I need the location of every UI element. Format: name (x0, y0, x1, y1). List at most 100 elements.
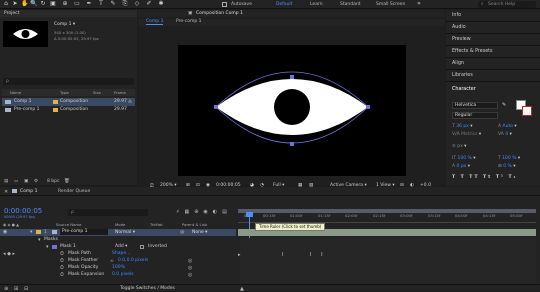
timeline-tab-comp-1[interactable]: Comp 1 (20, 189, 37, 194)
stopwatch-icon[interactable]: ⏱ (60, 251, 64, 258)
baseline-shift-field[interactable]: A 0 px ▾ (452, 163, 470, 170)
stopwatch-icon[interactable]: ⏱ (60, 258, 64, 265)
zoom-tool-icon[interactable]: 🔍 (30, 1, 37, 7)
property-row[interactable]: ⏱ Mask Feather ∞ 0.0,0.0 pixels ◎ (0, 258, 236, 265)
new-folder-icon[interactable]: ▭ (14, 178, 18, 185)
workspace-small-screen[interactable]: Small Screen (376, 2, 405, 7)
stroke-color-swatch[interactable] (522, 106, 532, 116)
project-item[interactable]: Comp 1 Composition 29.97 ⁂ (2, 98, 135, 106)
mask-mode-select[interactable]: Add ▾ (115, 244, 127, 250)
vertical-scale-field[interactable]: IT 100 % ▾ (452, 155, 476, 162)
mask-row[interactable]: ▾ Mask 1 Add ▾ Inverted (0, 244, 236, 251)
camera-tool-icon[interactable]: ▣ (50, 1, 56, 7)
parent-pickwhip-icon[interactable]: @ (180, 229, 185, 236)
rotate-tool-icon[interactable]: ↻ (40, 1, 46, 7)
layer-name[interactable]: Pre-comp 1 (60, 229, 108, 235)
workspace-standard[interactable]: Standard (340, 2, 360, 7)
toggle-expand-icon[interactable]: ⊞ (14, 286, 18, 292)
font-size-field[interactable]: T 36 px ▾ (452, 123, 473, 130)
panel-libraries[interactable]: Libraries (446, 70, 540, 82)
panel-align[interactable]: Align (446, 58, 540, 70)
expand-arrow-icon[interactable]: ▾ (46, 244, 49, 251)
pan-behind-tool-icon[interactable]: ⊕ (62, 1, 68, 7)
keyframe-icon[interactable]: I (282, 252, 286, 258)
search-help-input[interactable]: ⌕ Search Help (478, 1, 536, 8)
font-style-select[interactable]: Regular (452, 112, 498, 119)
kerning-field[interactable]: V/A Metrics ▾ (452, 131, 481, 138)
zoom-out-icon[interactable]: ▲ (240, 286, 244, 292)
mask-name[interactable]: Mask 1 (60, 244, 76, 250)
tab-comp-1[interactable]: Comp 1 (146, 19, 164, 25)
eye-visibility-icon[interactable]: ◉ (3, 229, 7, 236)
new-composition-icon[interactable]: ▣ (24, 178, 28, 185)
home-icon[interactable]: ⌂ (3, 1, 9, 7)
link-icon[interactable]: ∞ (110, 258, 114, 265)
expression-icon[interactable]: ◎ (188, 272, 192, 279)
expand-arrow-icon[interactable]: ▾ (30, 229, 33, 236)
hand-tool-icon[interactable]: ✋ (21, 1, 28, 7)
masks-group-row[interactable]: ▾ Masks (0, 237, 236, 244)
keyframe-icon[interactable]: I I (310, 252, 327, 258)
panel-info[interactable]: Info (446, 10, 540, 22)
workspace-default[interactable]: Default (276, 2, 292, 7)
col-source-name[interactable]: Source Name (56, 222, 81, 227)
tab-pre-comp-1[interactable]: Pre-comp 1 (176, 19, 202, 24)
property-value[interactable]: 0.0,0.0 pixels (118, 258, 148, 264)
col-name[interactable]: Name (10, 89, 21, 96)
parent-select[interactable]: None ▾ (192, 229, 207, 236)
mask-color-swatch[interactable] (52, 245, 57, 249)
panel-audio[interactable]: Audio (446, 22, 540, 34)
stroke-width-field[interactable]: ≡ px ▾ (452, 143, 466, 150)
project-item[interactable]: Pre-comp 1 Composition 29.97 (2, 106, 135, 114)
label-color-swatch[interactable] (36, 230, 41, 234)
property-value[interactable]: 100% (112, 265, 125, 271)
eraser-tool-icon[interactable]: ◇ (134, 1, 140, 7)
leading-field[interactable]: A Auto ▾ (498, 123, 517, 130)
workspace-learn[interactable]: Learn (310, 2, 323, 7)
comp-flowchart-icon[interactable]: ⊕ (4, 286, 8, 292)
property-track-area[interactable] (240, 238, 536, 286)
render-queue-tab[interactable]: Render Queue (58, 189, 90, 194)
col-mode[interactable]: Mode (115, 222, 125, 227)
clone-stamp-tool-icon[interactable]: ⎘ (122, 1, 128, 7)
tsume-field[interactable]: ⊞ 0 % ▾ (498, 163, 516, 170)
property-value[interactable]: Shape... (112, 251, 130, 257)
layer-mode-select[interactable]: Normal ▾ (115, 229, 135, 236)
project-settings-icon[interactable]: ⚙ (34, 178, 38, 185)
lock-icon[interactable]: ▣ (188, 10, 192, 17)
expand-arrow-icon[interactable]: ▾ (38, 237, 41, 244)
expression-icon[interactable]: ◎ (188, 265, 192, 272)
keyframe-nav-icon[interactable]: ◂ ◆ ▸ (3, 251, 15, 258)
keyframe-icon[interactable]: ▸ (238, 252, 241, 258)
property-row[interactable]: ⏱ Mask Expansion 0.0 pixels ◎ (0, 272, 236, 279)
stopwatch-icon[interactable]: ⏱ (60, 265, 64, 272)
time-ruler[interactable]: 00f 00:15f 01:00f 01:15f 02:00f 02:15f 0… (238, 213, 536, 223)
playhead-handle[interactable] (246, 212, 253, 217)
trash-icon[interactable]: 🗑 (64, 178, 70, 185)
comp-name[interactable]: Comp 1 ▾ (54, 22, 75, 27)
close-icon[interactable]: ✕ (4, 189, 8, 195)
bpc-label[interactable]: 8 bpc (47, 178, 59, 185)
panel-preview[interactable]: Preview (446, 34, 540, 46)
faux-styles-row[interactable]: T T TT Tt T¹ T₁ (452, 174, 518, 181)
character-panel-title[interactable]: Character (446, 84, 540, 96)
col-size[interactable]: Size (93, 89, 101, 96)
layer-row[interactable]: ◉ ▾ 1 Pre-comp 1 Normal ▾ @ None ▾ (0, 229, 236, 236)
timeline-search-input[interactable]: ρ (68, 209, 148, 216)
eyedropper-icon[interactable]: ✎ (502, 102, 508, 108)
stopwatch-icon[interactable]: ⏱ (60, 272, 64, 279)
project-tab[interactable]: Project (0, 10, 137, 17)
workspace-menu-icon[interactable]: » (416, 1, 422, 7)
composition-canvas[interactable] (178, 45, 406, 176)
brush-tool-icon[interactable]: ✎ (110, 1, 116, 7)
autosave-checkbox[interactable] (222, 2, 227, 7)
inverted-checkbox[interactable] (140, 245, 144, 249)
property-row[interactable]: ◂ ◆ ▸ ⏱ Mask Path Shape... (0, 251, 236, 258)
pen-tool-icon[interactable]: ✒ (86, 1, 92, 7)
col-type[interactable]: Type (60, 89, 69, 96)
toggle-switches-modes[interactable]: Toggle Switches / Modes (120, 286, 175, 291)
tracking-field[interactable]: VA 0 ▾ (498, 131, 512, 138)
interpret-footage-icon[interactable]: ▤ (4, 178, 8, 185)
panel-effects-presets[interactable]: Effects & Presets (446, 46, 540, 58)
roto-brush-tool-icon[interactable]: ✐ (146, 1, 152, 7)
